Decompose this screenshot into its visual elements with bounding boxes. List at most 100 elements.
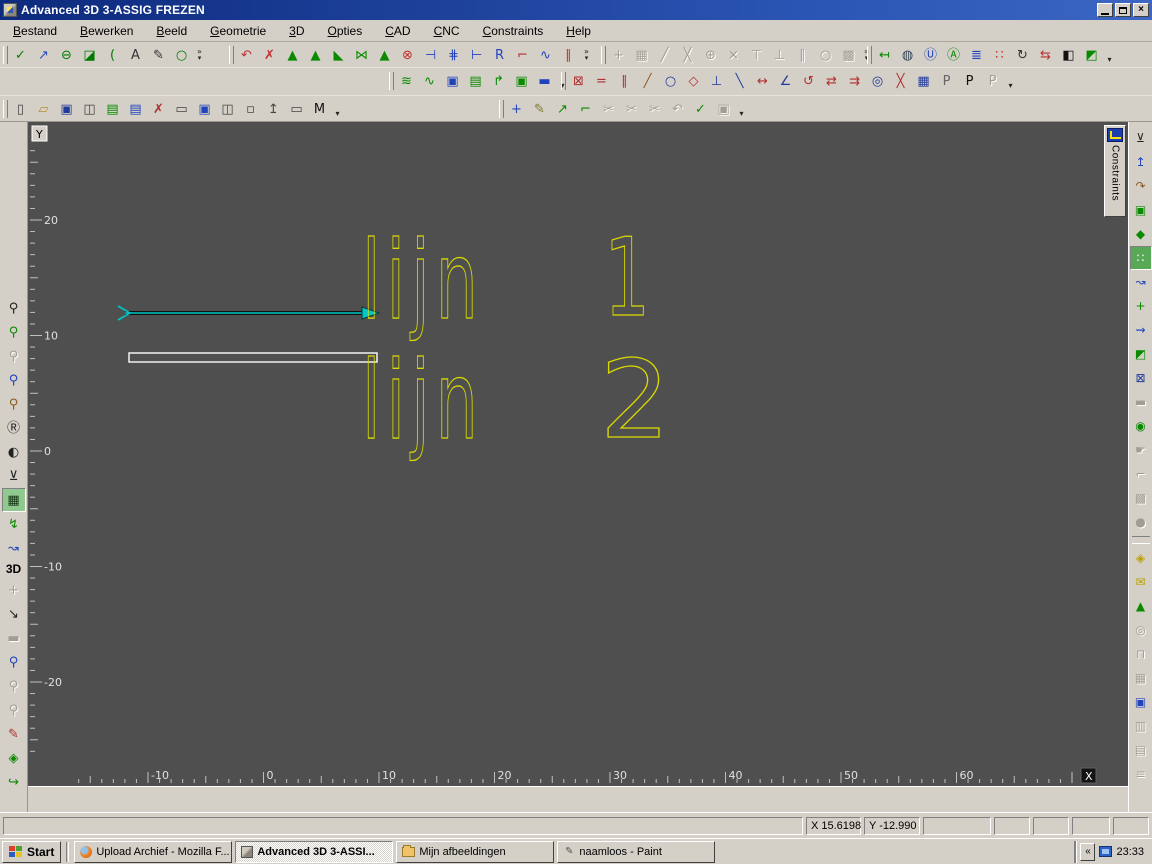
corner-snap-icon[interactable]: ⌐ — [574, 98, 597, 120]
p-star-label-icon[interactable]: P — [958, 70, 981, 92]
wave-icon[interactable]: ∿ — [534, 44, 557, 66]
menu-bewerken[interactable]: Bewerken — [75, 21, 138, 41]
zoom-in-icon[interactable]: ⚲ — [2, 368, 26, 392]
rh-label-icon[interactable]: R — [488, 44, 511, 66]
tray-chevron-button[interactable]: « — [1080, 843, 1095, 861]
spline-icon[interactable]: ↝ — [1130, 270, 1152, 294]
bend-arrow-icon[interactable]: ↷ — [1130, 174, 1152, 198]
layer-u-icon[interactable]: Ⓤ — [919, 44, 942, 66]
hatch-circle-icon[interactable]: ◍ — [896, 44, 919, 66]
overflow-button[interactable]: » — [193, 44, 206, 66]
parallel-marks-icon[interactable]: ∥ — [557, 44, 580, 66]
print-setup-icon[interactable]: ◫ — [78, 98, 101, 120]
extrude-icon[interactable]: ≋ — [395, 70, 418, 92]
text-edit-icon[interactable]: ✎ — [147, 44, 170, 66]
pan-3d-icon[interactable]: + — [2, 578, 26, 602]
redline-pen-icon[interactable]: ✎ — [2, 722, 26, 746]
corner-icon[interactable]: ⌐ — [511, 44, 534, 66]
round-rect-icon[interactable]: ▣ — [1130, 198, 1152, 222]
task-button-mijn-afbeeldingen[interactable]: Mijn afbeeldingen — [396, 841, 554, 863]
rotate-constraint-icon[interactable]: ↺ — [797, 70, 820, 92]
raise-arrow-icon[interactable]: ↥ — [1130, 150, 1152, 174]
points-active-icon[interactable]: ∷ — [1130, 246, 1152, 270]
diamond-icon[interactable]: ◇ — [682, 70, 705, 92]
parallel-icon[interactable]: ∥ — [791, 44, 814, 66]
swap-icon[interactable]: ⇄ — [820, 70, 843, 92]
cube-icon[interactable]: ◈ — [1130, 546, 1152, 570]
mill-dim-icon[interactable]: ▥ — [1130, 714, 1152, 738]
h-dimension-icon[interactable]: ↔ — [751, 70, 774, 92]
draw-pencil-icon[interactable]: ✎ — [528, 98, 551, 120]
menu-bestand[interactable]: Bestand — [8, 21, 62, 41]
scan-icon[interactable]: ▤ — [101, 98, 124, 120]
machine-dim-icon[interactable]: ▦ — [1130, 666, 1152, 690]
triangle-base-icon[interactable]: ▲ — [373, 44, 396, 66]
cut-icon[interactable]: ✂ — [597, 98, 620, 120]
triangle-square-icon[interactable]: ◩ — [1130, 342, 1152, 366]
circle-small-icon[interactable]: ○ — [659, 70, 682, 92]
delete-node-icon[interactable]: × — [722, 44, 745, 66]
solid-dim-icon[interactable]: ▬ — [2, 626, 26, 650]
triangle-up-icon[interactable]: ▲ — [304, 44, 327, 66]
circle-icon[interactable]: ○ — [814, 44, 837, 66]
mesh-dim-icon[interactable]: ▩ — [1130, 486, 1152, 510]
menu-3d[interactable]: 3D — [284, 21, 309, 41]
drawing-canvas[interactable]: -10010203040506020100-10-20YXlijn1lijn2 — [28, 122, 1128, 786]
hook-dim-icon[interactable]: ⌐ — [1130, 462, 1152, 486]
arc-icon[interactable]: ( — [101, 44, 124, 66]
expand-view-icon[interactable]: ↘ — [2, 602, 26, 626]
redraw-icon[interactable]: Ⓡ — [2, 416, 26, 440]
lathe-dim-icon[interactable]: ▤ — [1130, 738, 1152, 762]
p-dim-label-icon[interactable]: P — [981, 70, 1004, 92]
overflow-button[interactable]: » — [580, 44, 593, 66]
slab-icon[interactable]: ▬ — [533, 70, 556, 92]
plot-icon[interactable]: ▣ — [1130, 690, 1152, 714]
dotted-cross-icon[interactable]: ∷ — [988, 44, 1011, 66]
sphere-icon[interactable]: ◉ — [1130, 414, 1152, 438]
zoom-down-icon[interactable]: ⚲ — [2, 650, 26, 674]
grid-icon[interactable]: ▦ — [630, 44, 653, 66]
zoom-dynamic-icon[interactable]: ⚲ — [2, 392, 26, 416]
blob-dim-icon[interactable]: ● — [1130, 510, 1152, 534]
mail-3d-icon[interactable]: ✉ — [1130, 570, 1152, 594]
constraints-panel[interactable]: Constraints — [1104, 125, 1126, 217]
line-arrow-icon[interactable]: ↗ — [32, 44, 55, 66]
sweep-icon[interactable]: ↪ — [2, 770, 26, 794]
start-button[interactable]: Start — [2, 841, 61, 863]
menu-constraints[interactable]: Constraints — [478, 21, 549, 41]
corner-square-icon[interactable]: ◩ — [1080, 44, 1103, 66]
grid-question-icon[interactable]: ▩ — [837, 44, 860, 66]
box-3d-icon[interactable]: ◈ — [2, 746, 26, 770]
print-icon[interactable]: ▭ — [170, 98, 193, 120]
stairs-icon[interactable]: ↯ — [2, 512, 26, 536]
perp-constraint-icon[interactable]: ⊥ — [705, 70, 728, 92]
cylinder-icon[interactable]: ▤ — [464, 70, 487, 92]
spring-icon[interactable]: ∿ — [418, 70, 441, 92]
text-abc-icon[interactable]: A — [124, 44, 147, 66]
tool-dim-icon[interactable]: ⊓ — [1130, 642, 1152, 666]
task-button-paint[interactable]: ✎ naamloos - Paint — [557, 841, 715, 863]
angle-icon[interactable]: ∠ — [774, 70, 797, 92]
dashed-lines-icon[interactable]: ≣ — [965, 44, 988, 66]
path-arrow-icon[interactable]: ↱ — [487, 70, 510, 92]
pocket-icon[interactable]: ▣ — [441, 70, 464, 92]
minimize-button[interactable] — [1097, 3, 1113, 17]
apply-check-icon[interactable]: ✓ — [689, 98, 712, 120]
undo-dim-icon[interactable]: ↶ — [666, 98, 689, 120]
document-info-icon[interactable]: ▭ — [285, 98, 308, 120]
swap-arrows-icon[interactable]: ⇆ — [1034, 44, 1057, 66]
zoom-window-icon[interactable]: ⚲ — [2, 320, 26, 344]
trim-left-icon[interactable]: ⊣ — [419, 44, 442, 66]
contrast-square-icon[interactable]: ◧ — [1057, 44, 1080, 66]
document-delete-icon[interactable]: ✗ — [147, 98, 170, 120]
zoom-help-2-icon[interactable]: ⚲ — [2, 698, 26, 722]
display-tray-icon[interactable] — [1099, 846, 1112, 857]
close-button[interactable]: × — [1133, 3, 1149, 17]
triangle-corner-icon[interactable]: ◣ — [327, 44, 350, 66]
scatter-arrow-icon[interactable]: ⇝ — [1130, 318, 1152, 342]
task-button-firefox[interactable]: Upload Archief - Mozilla F... — [74, 841, 232, 863]
zoom-help-icon[interactable]: ⚲ — [2, 674, 26, 698]
sheet-dim-icon[interactable]: ≡ — [1130, 762, 1152, 786]
menu-cnc[interactable]: CNC — [429, 21, 465, 41]
pyramid-box-icon[interactable]: ▲ — [1130, 594, 1152, 618]
